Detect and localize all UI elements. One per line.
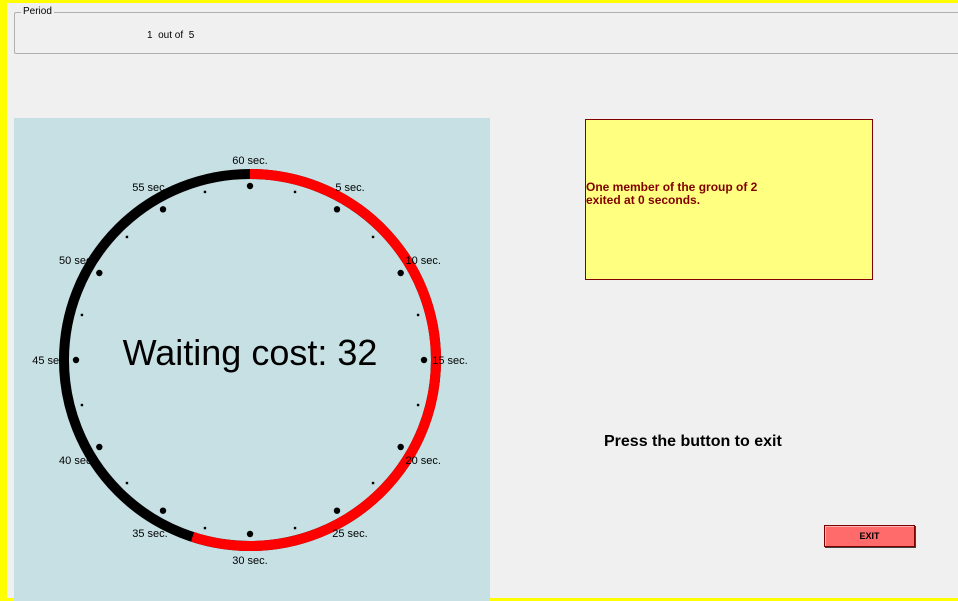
clock-major-tick <box>397 269 404 277</box>
clock-minor-tick <box>293 526 297 530</box>
clock-label: 55 sec. <box>132 182 167 194</box>
clock-label: 40 sec. <box>59 455 94 467</box>
window-frame-left <box>0 0 7 601</box>
clock-minor-tick <box>203 190 207 194</box>
clock-label: 15 sec. <box>432 355 467 367</box>
clock-label: 45 sec. <box>32 355 67 367</box>
clock-label: 5 sec. <box>335 182 364 194</box>
clock-major-tick <box>420 356 428 364</box>
waiting-cost-text: Waiting cost: 32 <box>123 332 378 373</box>
window-frame-top <box>0 0 958 3</box>
exit-info-box: One member of the group of 2 exited at 0… <box>585 119 873 280</box>
clock-major-tick <box>333 206 341 213</box>
clock-major-tick <box>246 182 254 190</box>
clock-label: 30 sec. <box>232 555 267 567</box>
clock-major-tick <box>397 443 404 451</box>
clock-minor-tick <box>416 313 420 317</box>
exit-button[interactable]: EXIT <box>824 525 915 547</box>
clock-major-tick <box>159 507 167 514</box>
clock-major-tick <box>246 530 254 538</box>
period-separator: out of <box>158 30 184 41</box>
exit-info-line-2: exited at 0 seconds. <box>586 193 701 207</box>
period-group: Period 1 out of 5 <box>14 6 958 54</box>
clock-minor-tick <box>371 481 375 485</box>
clock-minor-tick <box>80 403 84 407</box>
clock-label: 35 sec. <box>132 528 167 540</box>
clock-panel: 60 sec. 5 sec. 10 sec. 15 sec. 20 sec. 25 sec… <box>14 118 490 601</box>
period-current: 1 <box>147 30 153 41</box>
clock-label: 50 sec. <box>59 255 94 267</box>
countdown-clock: 60 sec. 5 sec. 10 sec. 15 sec. 20 sec. 25 sec… <box>32 155 467 567</box>
clock-minor-tick <box>125 481 129 485</box>
clock-major-tick <box>159 206 167 213</box>
clock-major-tick <box>72 356 80 364</box>
clock-minor-tick <box>293 190 297 194</box>
clock-label: 10 sec. <box>405 255 440 267</box>
exit-instruction: Press the button to exit <box>604 433 782 450</box>
clock-major-tick <box>96 269 103 277</box>
clock-minor-tick <box>416 403 420 407</box>
clock-minor-tick <box>203 526 207 530</box>
clock-minor-tick <box>125 235 129 239</box>
clock-major-tick <box>333 507 341 514</box>
period-total: 5 <box>188 30 195 41</box>
period-counter: 1 out of 5 <box>147 30 194 41</box>
exit-info-message: One member of the group of 2 exited at 0… <box>586 181 757 207</box>
clock-minor-tick <box>371 235 375 239</box>
period-legend: Period <box>21 6 54 17</box>
clock-label: 20 sec. <box>405 455 440 467</box>
clock-major-tick <box>96 443 103 451</box>
clock-label: 25 sec. <box>332 528 367 540</box>
clock-label: 60 sec. <box>232 155 267 167</box>
clock-minor-tick <box>80 313 84 317</box>
